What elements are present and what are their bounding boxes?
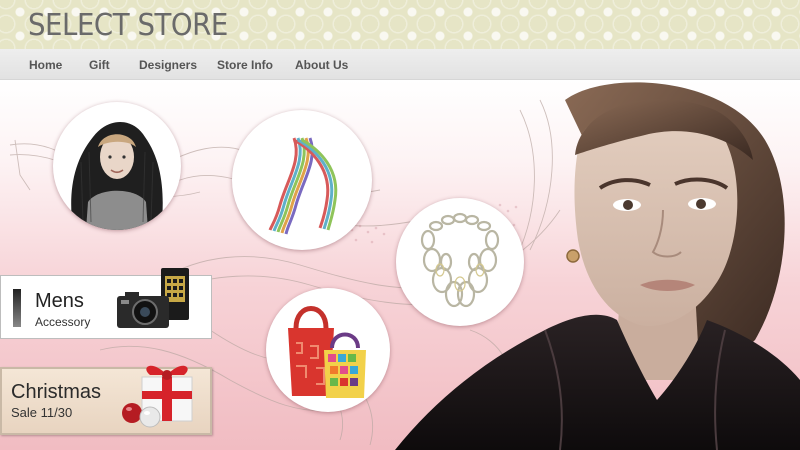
mens-promo-title: Mens xyxy=(35,290,84,312)
striped-scarf-image xyxy=(268,137,338,235)
mens-accessory-promo[interactable]: Mens Accessory xyxy=(0,268,212,339)
nav-item-about-us[interactable]: About Us xyxy=(295,58,348,72)
nav-item-home[interactable]: Home xyxy=(29,58,62,72)
hero-banner: Mens Accessory Christmas Sale 11/30 xyxy=(0,80,800,450)
silver-necklace-image xyxy=(420,212,500,308)
nav-item-designers[interactable]: Designers xyxy=(139,58,197,72)
site-header: SELECT STORE xyxy=(0,0,800,49)
hooded-model-image xyxy=(71,122,163,230)
gift-box-image xyxy=(122,365,193,428)
product-circle-necklace[interactable] xyxy=(396,198,524,326)
main-nav: Home Gift Designers Store Info About Us xyxy=(0,49,800,80)
product-circle-hood[interactable] xyxy=(53,102,181,230)
mens-promo-subtitle: Accessory xyxy=(35,315,91,329)
christmas-promo-subtitle: Sale 11/30 xyxy=(11,405,73,420)
camera-and-phone-image xyxy=(117,268,189,328)
mens-accent-bar xyxy=(13,289,21,327)
tote-bags-image xyxy=(288,306,366,398)
site-logo[interactable]: SELECT STORE xyxy=(28,8,228,43)
christmas-promo-title: Christmas xyxy=(11,381,102,403)
nav-item-store-info[interactable]: Store Info xyxy=(217,58,273,72)
nav-item-gift[interactable]: Gift xyxy=(89,58,110,72)
product-circle-bags[interactable] xyxy=(266,288,390,412)
christmas-sale-promo[interactable]: Christmas Sale 11/30 xyxy=(0,365,212,435)
product-circle-scarf[interactable] xyxy=(232,110,372,250)
